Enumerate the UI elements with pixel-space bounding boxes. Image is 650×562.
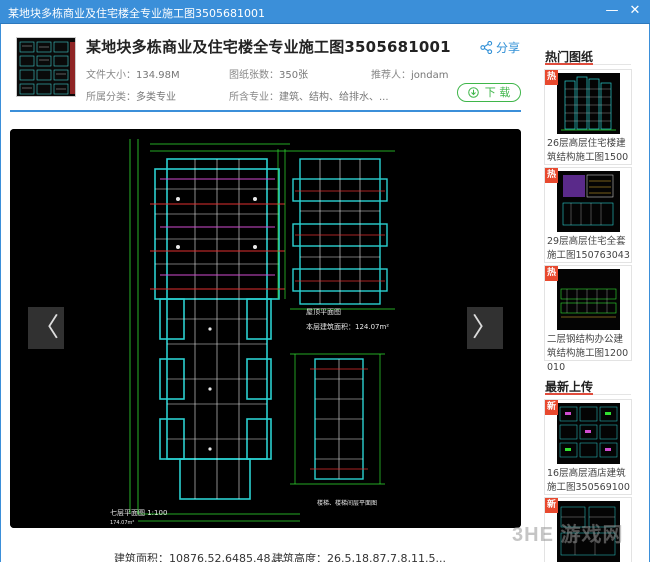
meta-file-size: 文件大小：134.98M [86, 70, 180, 81]
hot-card-3[interactable]: 热 二层钢结构办公建筑结构施工图1200010 [544, 265, 632, 373]
label-stair-plan: 楼梯、楼梯间层平面图 [317, 499, 377, 507]
hot-card-1[interactable]: 热 26层高层住宅楼建筑结构施工图1500500 [544, 69, 632, 177]
meta-sheet-count: 图纸张数：350张 [229, 70, 309, 81]
download-label: 下 载 [484, 86, 511, 99]
info-building-height: 建筑高度：26.5,18.87,7.8,11.5... [272, 552, 446, 562]
page-title: 某地块多栋商业及住宅楼全专业施工图3505681001 [86, 38, 451, 56]
label-floor-area: 174.07m² [110, 520, 134, 526]
hot-badge: 热 [545, 266, 558, 281]
hot-card-3-thumbnail [557, 269, 620, 330]
hot-badge: 热 [545, 168, 558, 183]
label-top-plan: 屋顶平面图 [306, 308, 341, 316]
new-badge: 新 [545, 498, 558, 513]
site-watermark: 3HE 游戏网 [512, 524, 624, 546]
next-image-button[interactable]: 〉 [467, 307, 503, 349]
share-button[interactable]: 分享 [480, 39, 520, 56]
new-card-1-thumbnail [557, 403, 620, 464]
new-badge: 新 [545, 400, 558, 415]
new-heading-accent [545, 393, 593, 395]
prev-image-button[interactable]: 〈 [28, 307, 64, 349]
meta-disciplines: 所含专业：建筑、结构、给排水、... [229, 92, 389, 103]
info-building-area: 建筑面积：10876.52,6485.48,... [114, 552, 285, 562]
hot-card-2-thumbnail [557, 171, 620, 232]
cad-drawing-image: 七层平面图 1:100 174.07m² 屋顶平面图 本层建筑面积：124.07… [10, 129, 521, 528]
share-icon [480, 41, 493, 54]
hot-card-3-title: 二层钢结构办公建筑结构施工图1200010 [547, 334, 629, 373]
window-title: 某地块多栋商业及住宅楼全专业施工图3505681001 [8, 7, 265, 20]
minimize-button[interactable]: — [602, 2, 622, 20]
hot-heading-accent [545, 63, 593, 65]
share-label: 分享 [496, 41, 521, 55]
close-button[interactable]: ✕ [625, 2, 645, 20]
download-icon [467, 87, 479, 98]
hot-badge: 热 [545, 70, 558, 85]
drawing-viewer[interactable]: 七层平面图 1:100 174.07m² 屋顶平面图 本层建筑面积：124.07… [10, 129, 521, 528]
download-button[interactable]: 下 载 [457, 83, 521, 102]
meta-recommender: 推荐人：jondam [371, 70, 449, 81]
new-card-1[interactable]: 新 16层高层酒店建筑施工图3505691001 [544, 399, 632, 507]
header-divider [10, 110, 521, 112]
hot-card-1-thumbnail [557, 73, 620, 134]
hot-card-2[interactable]: 热 29层高层住宅全套施工图1507630430 [544, 167, 632, 275]
label-unit-area: 本层建筑面积：124.07m² [306, 322, 389, 331]
window-titlebar: 某地块多栋商业及住宅楼全专业施工图3505681001 — ✕ [0, 0, 650, 24]
drawing-thumbnail[interactable] [16, 37, 76, 97]
label-floor-plan: 七层平面图 1:100 [110, 508, 167, 517]
meta-category: 所属分类：多类专业 [86, 92, 176, 103]
